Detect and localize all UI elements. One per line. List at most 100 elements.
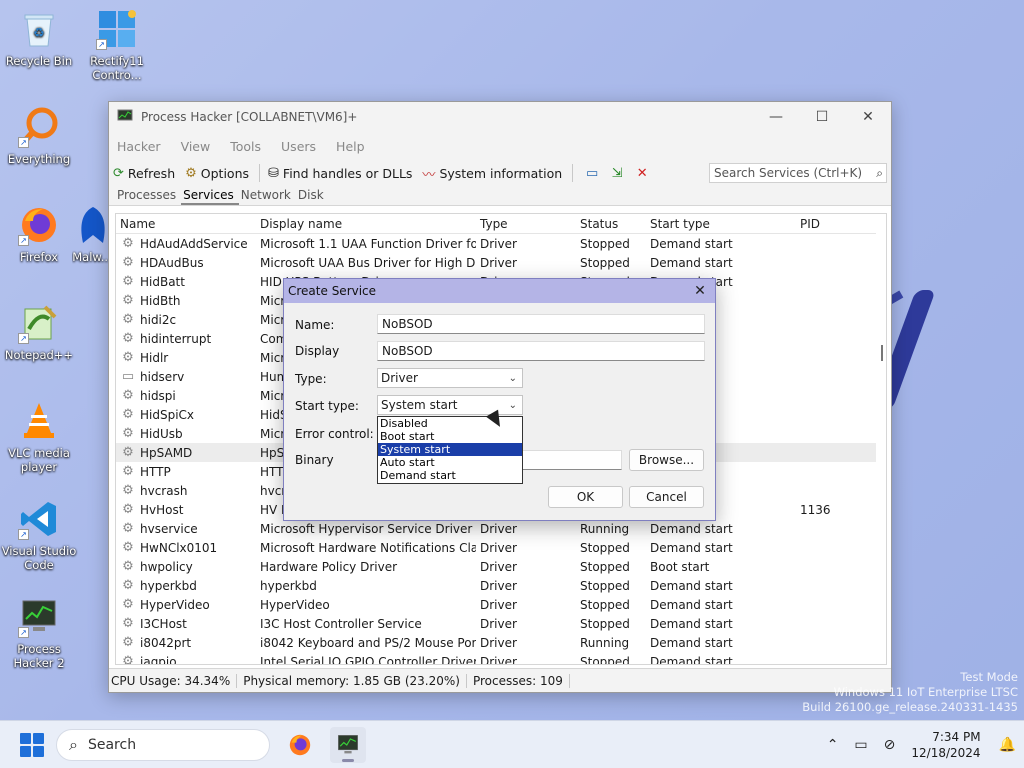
dialog-titlebar[interactable]: Create Service ✕ bbox=[284, 279, 715, 303]
maximize-button[interactable]: ☐ bbox=[799, 102, 845, 132]
system-tray: ⌃ ▭ ⊘ 7:34 PM 12/18/2024 🔔 bbox=[819, 721, 1024, 768]
table-row[interactable]: ⚙ iagpio Intel Serial IO GPIO Controller D… bbox=[116, 652, 886, 665]
table-row[interactable]: ⚙ HDAudBus Microsoft UAA Bus Driver for Hi… bbox=[116, 253, 886, 272]
taskbar-firefox[interactable] bbox=[282, 727, 318, 763]
desktop-icon-recycle-bin[interactable]: ♻ Recycle Bin bbox=[0, 8, 78, 68]
vertical-scrollbar[interactable] bbox=[876, 214, 886, 664]
firefox-icon: ↗ bbox=[18, 204, 60, 246]
start-type-select[interactable]: System start ⌄ bbox=[377, 395, 523, 415]
column-header-display-name[interactable]: Display name bbox=[256, 217, 476, 231]
table-row[interactable]: ⚙ i8042prt i8042 Keyboard and PS/2 Mouse P… bbox=[116, 633, 886, 652]
option-system-start[interactable]: System start bbox=[378, 443, 522, 456]
name-label: Name: bbox=[295, 318, 335, 332]
process-hacker-app-icon bbox=[117, 109, 133, 126]
cell-status: Running bbox=[580, 635, 630, 650]
minimize-button[interactable]: — bbox=[753, 102, 799, 132]
desktop-icon-vscode[interactable]: ↗ Visual Studio Code bbox=[0, 498, 78, 572]
find-handles-button[interactable]: ⛁ Find handles or DLLs bbox=[268, 166, 412, 181]
cell-status: Stopped bbox=[580, 255, 630, 270]
process-hacker-icon: ↗ bbox=[18, 596, 60, 638]
option-auto-start[interactable]: Auto start bbox=[378, 456, 522, 469]
network-icon[interactable]: ▭ bbox=[854, 737, 867, 753]
cell-name: ⚙ i8042prt bbox=[116, 635, 256, 650]
desktop-icon-firefox[interactable]: ↗ Firefox bbox=[0, 204, 78, 264]
tab-services[interactable]: Services bbox=[181, 188, 239, 205]
options-button[interactable]: ⚙ Options bbox=[185, 166, 249, 181]
table-row[interactable]: ⚙ hwpolicy Hardware Policy Driver Driver Sto… bbox=[116, 557, 886, 576]
cell-start-type: Demand start bbox=[650, 635, 733, 650]
close-icon: ✕ bbox=[862, 109, 874, 125]
ok-button[interactable]: OK bbox=[548, 486, 623, 508]
cell-name: ▭ hidserv bbox=[121, 369, 185, 384]
menu-view[interactable]: View bbox=[181, 139, 211, 154]
column-header-start-type[interactable]: Start type bbox=[646, 217, 796, 231]
clock[interactable]: 7:34 PM 12/18/2024 bbox=[911, 729, 980, 761]
table-row[interactable]: ⚙ hyperkbd hyperkbd Driver Stopped Demand sta… bbox=[116, 576, 886, 595]
volume-muted-icon[interactable]: ⊘ bbox=[884, 737, 896, 753]
desktop-icon-vlc[interactable]: VLC media player bbox=[0, 400, 78, 474]
type-label: Type: bbox=[295, 372, 327, 386]
table-row[interactable]: ⚙ HdAudAddService Microsoft 1.1 UAA Functi… bbox=[116, 234, 886, 253]
column-header-status[interactable]: Status bbox=[576, 217, 646, 231]
close-button[interactable]: ✕ bbox=[845, 102, 891, 132]
search-services-input[interactable]: Search Services (Ctrl+K) ⌕ bbox=[709, 163, 887, 183]
red-x-icon[interactable]: ✕ bbox=[631, 166, 653, 181]
dialog-close-button[interactable]: ✕ bbox=[685, 283, 715, 299]
cell-pid: 1136 bbox=[800, 502, 831, 517]
desktop-icon-malware[interactable]: Malw... bbox=[72, 204, 112, 264]
service-gear-icon: ⚙ bbox=[122, 445, 134, 460]
column-header-pid[interactable]: PID bbox=[796, 217, 876, 231]
tab-processes[interactable]: Processes bbox=[115, 188, 181, 205]
desktop-icon-everything[interactable]: ↗ Everything bbox=[0, 106, 78, 166]
toolbar-separator bbox=[259, 164, 261, 182]
cell-type: Driver bbox=[480, 559, 517, 574]
search-icon: ⌕ bbox=[69, 734, 78, 754]
window-arrow-icon[interactable]: ⇲ bbox=[606, 166, 628, 181]
menu-help[interactable]: Help bbox=[336, 139, 365, 154]
window-titlebar[interactable]: Process Hacker [COLLABNET\VM6]+ — ☐ ✕ bbox=[109, 102, 891, 132]
display-input[interactable]: NoBSOD bbox=[377, 341, 705, 361]
service-gear-icon: ⚙ bbox=[122, 654, 134, 665]
cell-status: Stopped bbox=[580, 616, 630, 631]
desktop-icon-process-hacker[interactable]: ↗ Process Hacker 2 bbox=[0, 596, 78, 670]
cell-type: Driver bbox=[480, 578, 517, 593]
name-input[interactable]: NoBSOD bbox=[377, 314, 705, 334]
start-button[interactable] bbox=[20, 732, 44, 757]
service-gear-icon: ⚙ bbox=[122, 521, 134, 536]
chevron-up-icon[interactable]: ⌃ bbox=[827, 737, 839, 753]
toolbar: ⟳ Refresh ⚙ Options ⛁ Find handles or DL… bbox=[109, 160, 891, 186]
taskbar-search-box[interactable]: ⌕ Search bbox=[56, 728, 270, 761]
tab-network[interactable]: Network bbox=[239, 188, 296, 205]
column-header-type[interactable]: Type bbox=[476, 217, 576, 231]
minimize-icon: — bbox=[769, 109, 783, 125]
cancel-button[interactable]: Cancel bbox=[629, 486, 704, 508]
desktop-icon-notepad-plus-plus[interactable]: ↗ Notepad++ bbox=[0, 302, 78, 362]
cpu-usage: CPU Usage: 34.34% bbox=[109, 673, 238, 688]
refresh-button[interactable]: ⟳ Refresh bbox=[113, 166, 175, 181]
toolbar-separator bbox=[572, 164, 574, 182]
browse-button[interactable]: Browse... bbox=[629, 449, 704, 471]
menu-tools[interactable]: Tools bbox=[230, 139, 261, 154]
window-icon[interactable]: ▭ bbox=[581, 166, 603, 181]
test-mode-watermark: Test Mode Windows 11 IoT Enterprise LTSC… bbox=[802, 670, 1018, 714]
desktop-icon-rectify11[interactable]: ↗ Rectify11 Contro... bbox=[78, 8, 156, 82]
cell-type: Driver bbox=[480, 521, 517, 536]
tab-strip: Processes Services Network Disk bbox=[109, 186, 891, 206]
system-information-button[interactable]: 〰 System information bbox=[422, 164, 562, 183]
table-row[interactable]: ⚙ I3CHost I3C Host Controller Service Drive… bbox=[116, 614, 886, 633]
tab-disk[interactable]: Disk bbox=[296, 188, 329, 205]
notification-bell-icon[interactable]: 🔔 bbox=[999, 737, 1016, 753]
taskbar-process-hacker[interactable] bbox=[330, 726, 366, 763]
option-demand-start[interactable]: Demand start bbox=[378, 469, 522, 482]
table-row[interactable]: ⚙ hvservice Microsoft Hypervisor Service D… bbox=[116, 519, 886, 538]
menu-hacker[interactable]: Hacker bbox=[117, 139, 161, 154]
option-boot-start[interactable]: Boot start bbox=[378, 430, 522, 443]
type-select[interactable]: Driver ⌄ bbox=[377, 368, 523, 388]
dialog-title: Create Service bbox=[288, 284, 377, 298]
table-row[interactable]: ⚙ HyperVideo HyperVideo Driver Stopped Demand… bbox=[116, 595, 886, 614]
table-row[interactable]: ⚙ HwNClx0101 Microsoft Hardware Notificati… bbox=[116, 538, 886, 557]
menu-users[interactable]: Users bbox=[281, 139, 316, 154]
cell-name: ⚙ HwNClx0101 bbox=[116, 540, 256, 555]
close-icon: ✕ bbox=[694, 283, 706, 299]
scrollbar-thumb[interactable] bbox=[881, 345, 883, 361]
